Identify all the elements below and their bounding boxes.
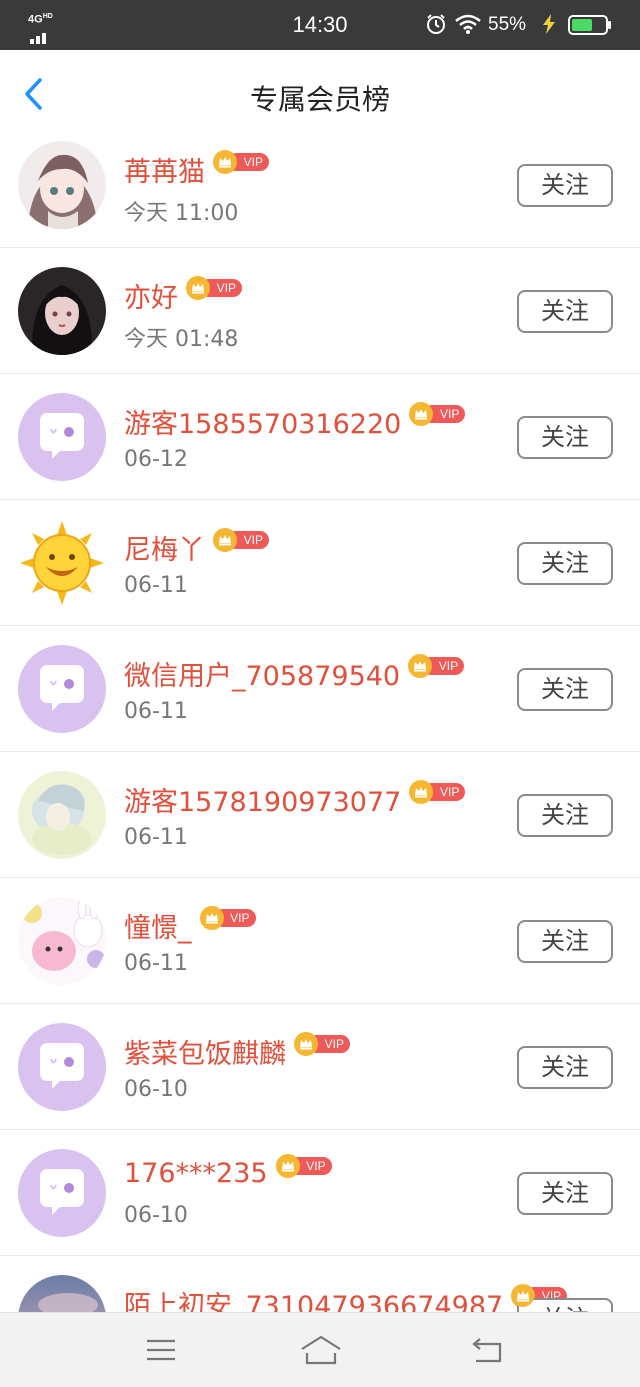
member-list[interactable]: 苒苒猫 VIP 今天 11:00 关注 亦好 VIP 今天 01:48 关注 游客1585570… [0,122,640,1312]
member-name[interactable]: 陌上初安_731047936674987 [124,1291,503,1312]
list-item[interactable]: 尼梅丫 VIP 06-11 关注 [0,500,640,626]
charging-icon [538,13,560,35]
member-name[interactable]: 游客1585570316220 [124,409,401,440]
crown-icon [294,1031,318,1056]
member-time: 06-11 [124,951,188,976]
member-name[interactable]: 微信用户_705879540 [124,661,400,692]
avatar[interactable] [18,393,106,481]
vip-badge: VIP [409,779,467,804]
battery-percent: 55% [488,14,527,35]
vip-badge: VIP [275,1153,334,1178]
crown-icon [275,1153,300,1178]
avatar[interactable] [18,1149,106,1237]
member-name-line: 微信用户_705879540 VIP [124,653,466,693]
avatar[interactable] [18,771,106,859]
member-name[interactable]: 紫菜包饭麒麟 [124,1039,286,1070]
list-item[interactable]: 陌上初安_731047936674987VIP关注 [0,1256,640,1312]
member-name[interactable]: 176***235 [124,1158,268,1189]
member-name[interactable]: 亦好 [124,283,178,314]
member-name-line: 游客1585570316220 VIP [124,401,467,441]
avatar[interactable] [18,1275,106,1312]
avatar[interactable] [18,267,106,355]
crown-icon [409,779,434,804]
list-item[interactable]: 紫菜包饭麒麟 VIP 06-10 关注 [0,1004,640,1130]
list-item[interactable]: 憧憬_ VIP 06-11 关注 [0,878,640,1004]
member-name-line: 苒苒猫 VIP [124,149,271,189]
home-icon[interactable] [300,1333,342,1367]
vip-badge: VIP [294,1031,352,1056]
follow-button[interactable]: 关注 [517,1172,613,1215]
alarm-icon [425,13,447,35]
back-icon[interactable] [470,1333,504,1367]
member-name-line: 紫菜包饭麒麟 VIP [124,1031,352,1071]
follow-button[interactable]: 关注 [517,416,613,459]
vip-badge: VIP [213,527,271,552]
list-item[interactable]: 苒苒猫 VIP 今天 11:00 关注 [0,122,640,248]
member-time: 06-10 [124,1077,188,1102]
member-name-line: 陌上初安_731047936674987 VIP [124,1283,569,1312]
member-time: 今天 01:48 [124,327,239,352]
crown-icon [186,275,210,300]
vip-badge: VIP [186,275,244,300]
follow-button[interactable]: 关注 [517,794,613,837]
follow-button[interactable]: 关注 [517,920,613,963]
member-name[interactable]: 游客1578190973077 [124,787,401,818]
member-time: 今天 11:00 [124,201,239,226]
member-name-line: 憧憬_ VIP [124,905,258,945]
list-item[interactable]: 游客1585570316220 VIP 06-12 关注 [0,374,640,500]
crown-icon [213,149,237,174]
header-bar: 专属会员榜 [0,50,640,132]
avatar[interactable] [18,519,106,607]
list-item[interactable]: 亦好 VIP 今天 01:48 关注 [0,248,640,374]
vip-badge: VIP [409,401,467,426]
page-title: 专属会员榜 [249,83,390,116]
member-time: 06-12 [124,447,188,472]
member-time: 06-10 [124,1203,188,1228]
list-item[interactable]: 微信用户_705879540 VIP 06-11 关注 [0,626,640,752]
follow-button[interactable]: 关注 [517,164,613,207]
crown-icon [409,401,434,426]
system-nav-bar [0,1312,640,1387]
member-time: 06-11 [124,825,188,850]
member-name-line: 176***235 VIP [124,1153,334,1189]
avatar[interactable] [18,897,106,985]
follow-button[interactable]: 关注 [517,290,613,333]
battery-icon [568,15,612,35]
crown-icon [408,653,433,678]
member-name[interactable]: 尼梅丫 [124,535,205,566]
crown-icon [511,1283,536,1308]
member-time: 06-11 [124,699,188,724]
follow-button[interactable]: 关注 [517,1046,613,1089]
list-item[interactable]: 游客1578190973077 VIP 06-11 关注 [0,752,640,878]
list-item[interactable]: 176***235 VIP 06-10 关注 [0,1130,640,1256]
avatar[interactable] [18,141,106,229]
vip-badge: VIP [199,905,258,930]
member-name[interactable]: 憧憬_ [124,913,192,944]
crown-icon [213,527,237,552]
menu-icon[interactable] [144,1333,178,1367]
follow-button[interactable]: 关注 [517,542,613,585]
avatar[interactable] [18,645,106,733]
crown-icon [199,905,224,930]
wifi-icon [454,13,482,35]
vip-badge: VIP [213,149,271,174]
member-time: 06-11 [124,573,188,598]
follow-button[interactable]: 关注 [517,668,613,711]
avatar[interactable] [18,1023,106,1111]
member-name-line: 亦好 VIP [124,275,244,315]
member-name-line: 游客1578190973077 VIP [124,779,467,819]
status-bar: 4GHD 14:30 55% [0,0,640,50]
member-name[interactable]: 苒苒猫 [124,157,205,188]
vip-badge: VIP [408,653,466,678]
member-name-line: 尼梅丫 VIP [124,527,271,567]
